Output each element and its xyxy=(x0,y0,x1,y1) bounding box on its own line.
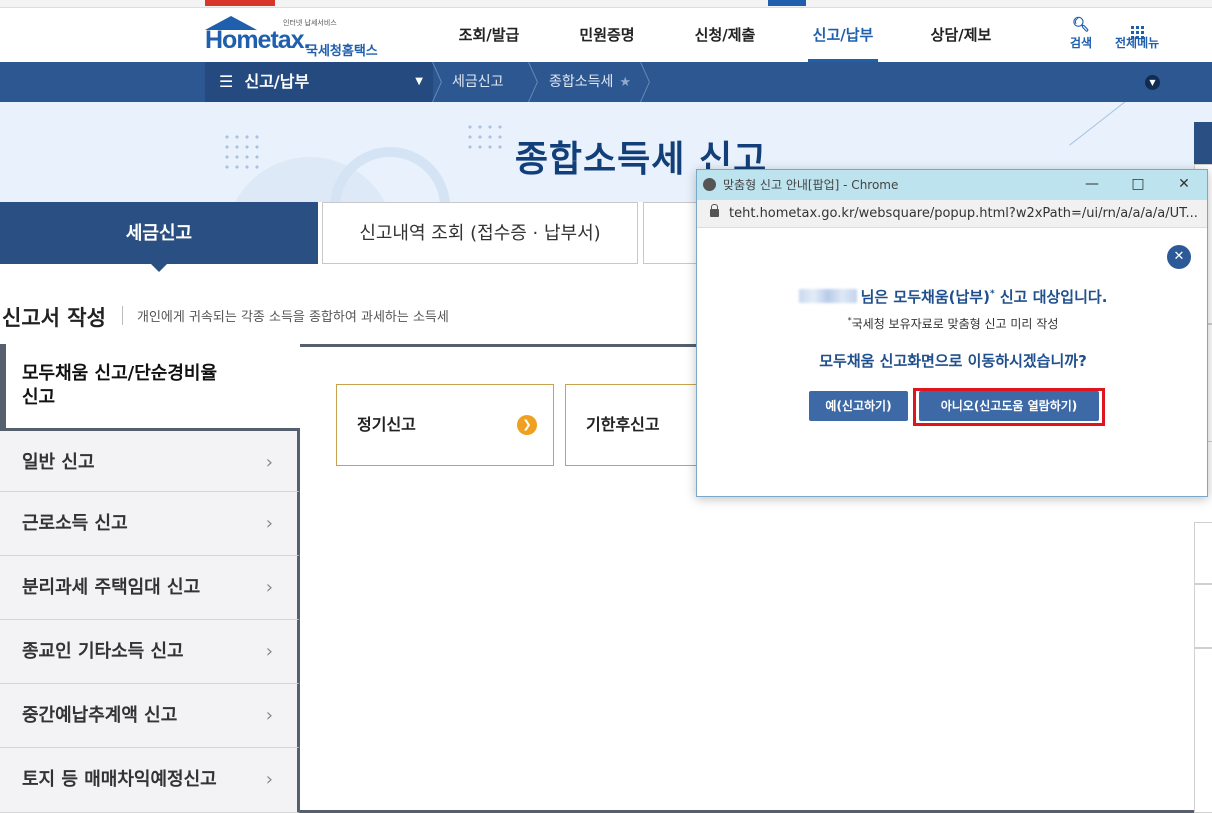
popup-titlebar[interactable]: 맞춤형 신고 안내[팝업] - Chrome — □ ✕ xyxy=(697,170,1207,200)
left-menu-label: 근로소득 신고 xyxy=(22,513,128,534)
arrow-right-icon: ❯ xyxy=(517,415,537,435)
no-view-help-button[interactable]: 아니오(신고도움 열람하기) xyxy=(919,391,1099,421)
left-menu-item-religious[interactable]: 종교인 기타소득 신고 › xyxy=(0,620,300,684)
chevron-down-icon[interactable]: ▼ xyxy=(1145,75,1160,90)
prefilled-filing-popup: 맞춤형 신고 안내[팝업] - Chrome — □ ✕ teht.hometa… xyxy=(696,169,1208,497)
top-utility-strip xyxy=(0,0,1212,8)
tab-tax-filing[interactable]: 세금신고 xyxy=(0,202,318,272)
popup-note-text: 국세청 보유자료로 맞춤형 신고 미리 작성 xyxy=(851,317,1059,331)
hamburger-icon: ☰ xyxy=(219,72,234,91)
site-header: Hometax. 인터넷 납세서비스 국세청홈택스 조회/발급 민원증명 신청/… xyxy=(0,8,1212,62)
quick-menu-tab[interactable] xyxy=(1194,122,1212,164)
location-menu-label: 신고/납부 xyxy=(244,72,310,91)
hometax-page: Hometax. 인터넷 납세서비스 국세청홈택스 조회/발급 민원증명 신청/… xyxy=(0,0,1212,813)
left-menu-label: 신고 xyxy=(22,387,56,408)
maximize-icon[interactable]: □ xyxy=(1115,170,1161,200)
popup-message-main: 님은 모두채움(납부) xyxy=(860,288,990,306)
popup-message-suffix: 신고 대상입니다. xyxy=(994,288,1108,306)
gnb-item-apply[interactable]: 신청/제출 xyxy=(666,8,784,62)
redacted-name xyxy=(798,289,857,303)
left-menu-label: 토지 등 매매차익예정신고 xyxy=(22,769,217,790)
chevron-right-icon: › xyxy=(265,452,273,473)
hometax-logo[interactable]: Hometax. 인터넷 납세서비스 국세청홈택스 xyxy=(205,16,395,59)
left-menu-label: 일반 신고 xyxy=(22,452,95,473)
logo-text: Hometax. xyxy=(205,26,311,54)
breadcrumb-separator xyxy=(432,62,444,102)
left-menu-item-land[interactable]: 토지 등 매매차익예정신고 › xyxy=(0,748,300,813)
top-strip-red-tab[interactable] xyxy=(205,0,275,6)
location-bar: ☰ 신고/납부 ▼ 세금신고 종합소득세 ★ ▼ xyxy=(0,62,1212,102)
minimize-icon[interactable]: — xyxy=(1069,170,1115,200)
gnb-item-civil[interactable]: 민원증명 xyxy=(548,8,666,62)
chevron-right-icon: › xyxy=(265,577,273,598)
section-title: 신고서 작성 xyxy=(2,306,106,330)
all-menu-button[interactable]: 전체메뉴 xyxy=(1115,16,1159,51)
close-icon[interactable]: ✕ xyxy=(1167,245,1191,269)
card-label: 정기신고 xyxy=(357,415,416,434)
tab-third[interactable] xyxy=(643,202,703,264)
gnb-item-lookup[interactable]: 조회/발급 xyxy=(430,8,548,62)
popup-message-note: *국세청 보유자료로 맞춤형 신고 미리 작성 xyxy=(697,315,1209,332)
popup-url: teht.hometax.go.kr/websquare/popup.html?… xyxy=(729,206,1198,221)
left-menu: 모두채움 신고/단순경비율 신고 일반 신고 › 근로소득 신고 › 분리과세 … xyxy=(0,344,300,813)
globe-icon xyxy=(703,178,716,191)
lock-icon xyxy=(710,204,719,217)
gnb-item-filing[interactable]: 신고/납부 xyxy=(784,8,902,62)
popup-url-bar[interactable]: teht.hometax.go.kr/websquare/popup.html?… xyxy=(697,200,1207,228)
quick-menu-box[interactable] xyxy=(1194,584,1212,648)
window-close-icon[interactable]: ✕ xyxy=(1161,170,1207,200)
left-menu-label: 모두채움 신고/단순경비율 xyxy=(22,363,217,384)
left-menu-item-rental[interactable]: 분리과세 주택임대 신고 › xyxy=(0,556,300,620)
left-menu-label: 종교인 기타소득 신고 xyxy=(22,641,184,662)
chevron-right-icon: › xyxy=(265,641,273,662)
logo-kname: 국세청홈택스 xyxy=(306,44,378,59)
section-description: 개인에게 귀속되는 각종 소득을 종합하여 과세하는 소득세 xyxy=(122,306,449,325)
popup-window-title: 맞춤형 신고 안내[팝업] - Chrome xyxy=(723,178,899,192)
gnb-item-consult[interactable]: 상담/제보 xyxy=(902,8,1020,62)
star-icon[interactable]: ★ xyxy=(619,75,631,90)
card-label: 기한후신고 xyxy=(586,415,660,434)
location-menu-select[interactable]: ☰ 신고/납부 ▼ xyxy=(205,62,433,102)
left-menu-item-earned-income[interactable]: 근로소득 신고 › xyxy=(0,492,300,556)
logo-tagline: 인터넷 납세서비스 xyxy=(283,19,337,27)
top-strip-blue-tab[interactable] xyxy=(768,0,806,6)
tab-filing-history[interactable]: 신고내역 조회 (접수증 · 납부서) xyxy=(322,202,638,264)
left-menu-item-general[interactable]: 일반 신고 › xyxy=(0,428,300,492)
chevron-right-icon: › xyxy=(265,705,273,726)
search-button[interactable]: 🔍︎ 검색 xyxy=(1070,16,1092,51)
quick-menu-box[interactable] xyxy=(1194,522,1212,584)
left-menu-item-prefilled[interactable]: 모두채움 신고/단순경비율 신고 xyxy=(0,344,300,428)
search-icon: 🔍︎ xyxy=(1072,17,1090,33)
popup-question: 모두채움 신고화면으로 이동하시겠습니까? xyxy=(819,352,1087,370)
quick-menu-box[interactable] xyxy=(1194,648,1212,813)
breadcrumb-separator xyxy=(640,62,652,102)
breadcrumb-label: 종합소득세 xyxy=(549,74,614,90)
breadcrumb-item-income-tax[interactable]: 종합소득세 ★ xyxy=(549,62,631,102)
chevron-right-icon: › xyxy=(265,769,273,790)
left-menu-label: 중간예납추계액 신고 xyxy=(22,705,178,726)
breadcrumb-item-tax-filing[interactable]: 세금신고 xyxy=(452,62,504,102)
grid-icon xyxy=(1115,16,1159,39)
left-menu-item-interim[interactable]: 중간예납추계액 신고 › xyxy=(0,684,300,748)
yes-file-button[interactable]: 예(신고하기) xyxy=(809,391,908,421)
global-nav: 조회/발급 민원증명 신청/제출 신고/납부 상담/제보 xyxy=(430,8,1020,62)
chevron-right-icon: › xyxy=(265,513,273,534)
popup-message-target: 님은 모두채움(납부)* 신고 대상입니다. xyxy=(697,286,1209,307)
caret-down-icon: ▼ xyxy=(415,76,423,87)
breadcrumb-separator xyxy=(528,62,540,102)
left-menu-label: 분리과세 주택임대 신고 xyxy=(22,577,201,598)
card-regular-filing[interactable]: 정기신고 ❯ xyxy=(336,384,554,466)
all-menu-label: 전체메뉴 xyxy=(1115,36,1160,50)
search-label: 검색 xyxy=(1070,36,1093,50)
